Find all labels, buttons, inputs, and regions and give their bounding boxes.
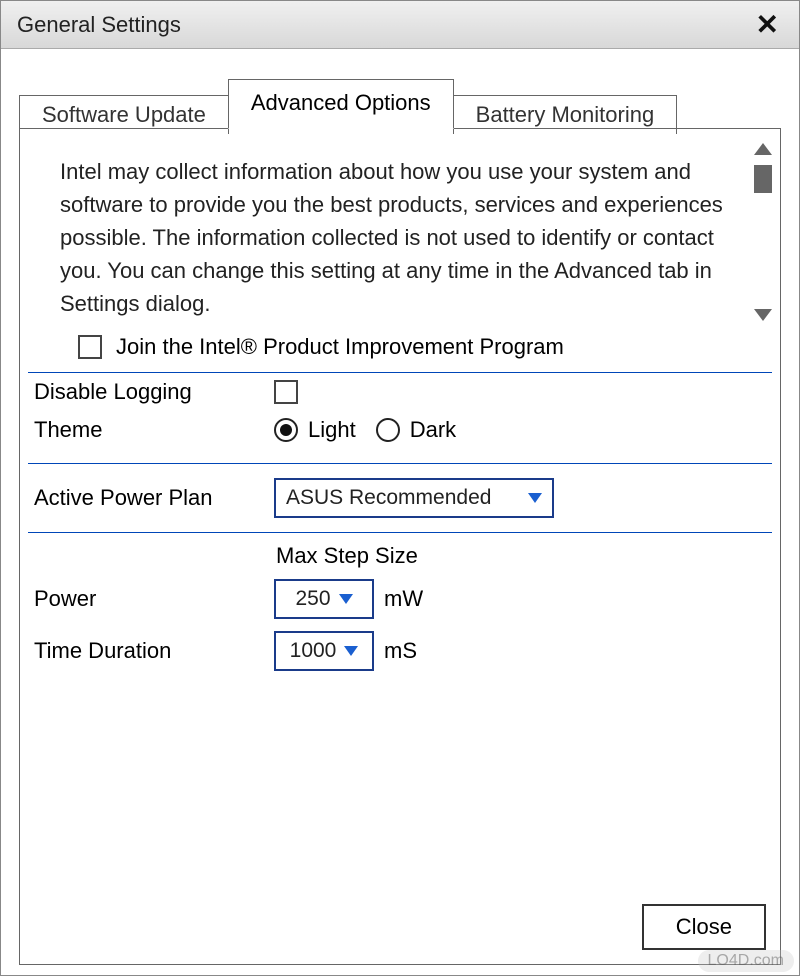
power-plan-value: ASUS Recommended	[286, 486, 491, 510]
theme-light-label: Light	[308, 417, 356, 443]
disable-logging-label: Disable Logging	[34, 379, 274, 405]
power-plan-label: Active Power Plan	[34, 485, 274, 511]
triangle-up-icon	[754, 143, 772, 155]
triangle-down-icon	[754, 309, 772, 321]
disable-logging-row: Disable Logging	[20, 373, 780, 411]
theme-dark-label: Dark	[410, 417, 456, 443]
footer: Close	[20, 890, 780, 964]
time-step-row: Time Duration 1000 mS	[20, 625, 780, 677]
tabstrip: Software Update Advanced Options Battery…	[19, 79, 781, 128]
description-area: Intel may collect information about how …	[20, 129, 780, 328]
power-step-label: Power	[34, 586, 274, 612]
settings-window: General Settings ✕ Software Update Advan…	[0, 0, 800, 976]
chevron-down-icon	[528, 493, 542, 503]
max-step-size-heading: Max Step Size	[20, 533, 780, 573]
tab-panel-advanced: Intel may collect information about how …	[19, 128, 781, 965]
radio-icon	[376, 418, 400, 442]
theme-light-radio[interactable]: Light	[274, 417, 356, 443]
scrollbar-thumb[interactable]	[754, 165, 772, 193]
chevron-down-icon	[344, 646, 358, 656]
join-program-checkbox[interactable]	[78, 335, 102, 359]
radio-icon	[274, 418, 298, 442]
theme-row: Theme Light Dark	[20, 411, 780, 449]
power-step-row: Power 250 mW	[20, 573, 780, 625]
join-program-label: Join the Intel® Product Improvement Prog…	[116, 334, 564, 360]
power-plan-row: Active Power Plan ASUS Recommended	[20, 464, 780, 532]
description-text: Intel may collect information about how …	[60, 155, 732, 320]
chevron-down-icon	[339, 594, 353, 604]
window-title: General Settings	[17, 12, 181, 38]
titlebar: General Settings ✕	[1, 1, 799, 49]
disable-logging-checkbox[interactable]	[274, 380, 298, 404]
power-step-value: 250	[295, 587, 330, 611]
time-step-value: 1000	[290, 639, 337, 663]
scroll-down-button[interactable]	[754, 309, 772, 321]
time-step-label: Time Duration	[34, 638, 274, 664]
power-step-unit: mW	[384, 586, 423, 612]
join-program-row: Join the Intel® Product Improvement Prog…	[20, 328, 780, 372]
client-area: Software Update Advanced Options Battery…	[1, 49, 799, 975]
power-plan-dropdown[interactable]: ASUS Recommended	[274, 478, 554, 518]
time-step-dropdown[interactable]: 1000	[274, 631, 374, 671]
theme-dark-radio[interactable]: Dark	[376, 417, 456, 443]
power-step-dropdown[interactable]: 250	[274, 579, 374, 619]
tab-advanced-options[interactable]: Advanced Options	[228, 79, 454, 129]
scroll-up-button[interactable]	[754, 143, 772, 155]
window-close-button[interactable]: ✕	[748, 8, 787, 41]
theme-label: Theme	[34, 417, 274, 443]
close-button[interactable]: Close	[642, 904, 766, 950]
time-step-unit: mS	[384, 638, 417, 664]
